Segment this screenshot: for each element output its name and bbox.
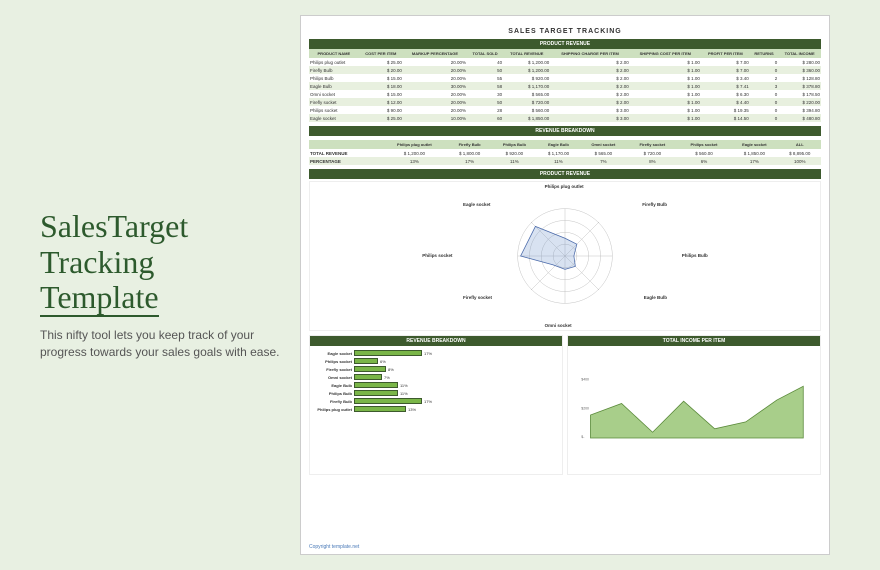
- hbar-chart: REVENUE BREAKDOWN Eagle socket17%Philips…: [309, 335, 563, 475]
- breakdown-row: PERCENTAGE13%17%11%11%7%8%6%17%100%: [309, 157, 821, 165]
- svg-text:$400: $400: [581, 378, 589, 382]
- col-header: TOTAL INCOME: [778, 49, 821, 58]
- promo-title: SalesTarget Tracking Template: [40, 209, 280, 315]
- section-product-revenue: PRODUCT REVENUE: [309, 39, 821, 49]
- col-header: COST PER ITEM: [359, 49, 403, 58]
- breakdown-row: TOTAL REVENUE$ 1,200.00$ 1,800.00$ 920.0…: [309, 149, 821, 157]
- col-header: TOTAL REVENUE: [503, 49, 550, 58]
- product-table: PRODUCT NAMECOST PER ITEMMARKUP PERCENTA…: [309, 49, 821, 122]
- table-row: Philips plug outlet$ 25.0020.00%40$ 1,20…: [309, 58, 821, 66]
- table-row: Eagle Bulb$ 18.0030.00%58$ 1,170.00$ 2.0…: [309, 82, 821, 90]
- breakdown-table: Philips plug outletFirefly BulbPhilips B…: [309, 140, 821, 165]
- hbar-row: Eagle Bulb11%: [310, 382, 562, 388]
- svg-text:$-: $-: [581, 435, 584, 439]
- col-header: PROFIT PER ITEM: [701, 49, 750, 58]
- hbar-row: Omni socket7%: [310, 374, 562, 380]
- table-row: Firefly Bulb$ 20.0020.00%50$ 1,200.00$ 2…: [309, 66, 821, 74]
- table-row: Eagle socket$ 25.0010.00%60$ 1,850.00$ 3…: [309, 114, 821, 122]
- col-header: PRODUCT NAME: [309, 49, 359, 58]
- col-header: SHIPPING COST PER ITEM: [630, 49, 701, 58]
- promo-sidebar: SalesTarget Tracking Template This nifty…: [0, 209, 300, 360]
- hbar-row: Firefly Bulb17%: [310, 398, 562, 404]
- hbar-row: Firefly socket8%: [310, 366, 562, 372]
- area-chart: TOTAL INCOME PER ITEM $-$200$400: [567, 335, 821, 475]
- col-header: SHIPPING CHARGE PER ITEM: [550, 49, 629, 58]
- radar-chart: Philips plug outlet Firefly Bulb Philips…: [309, 181, 821, 331]
- spreadsheet-preview: SALES TARGET TRACKING PRODUCT REVENUE PR…: [300, 15, 830, 555]
- svg-text:$200: $200: [581, 406, 589, 410]
- promo-desc: This nifty tool lets you keep track of y…: [40, 327, 280, 361]
- section-radar: PRODUCT REVENUE: [309, 169, 821, 179]
- hbar-row: Philips socket6%: [310, 358, 562, 364]
- table-row: Philips Bulb$ 15.0020.00%55$ 920.00$ 2.0…: [309, 74, 821, 82]
- copyright: Copyright template.net: [309, 544, 359, 550]
- hbar-row: Eagle socket17%: [310, 350, 562, 356]
- section-revenue-breakdown: REVENUE BREAKDOWN: [309, 126, 821, 136]
- table-row: Firefly socket$ 12.0020.00%50$ 720.00$ 2…: [309, 98, 821, 106]
- table-row: Omni socket$ 15.0020.00%30$ 565.00$ 2.00…: [309, 90, 821, 98]
- table-row: Philips socket$ 90.0020.00%28$ 560.00$ 3…: [309, 106, 821, 114]
- col-header: TOTAL SOLD: [467, 49, 503, 58]
- col-header: MARKUP PERCENTAGE: [403, 49, 467, 58]
- sheet-title: SALES TARGET TRACKING: [309, 28, 821, 35]
- hbar-row: Philips Bulb11%: [310, 390, 562, 396]
- col-header: RETURNS: [750, 49, 778, 58]
- hbar-row: Philips plug outlet13%: [310, 406, 562, 412]
